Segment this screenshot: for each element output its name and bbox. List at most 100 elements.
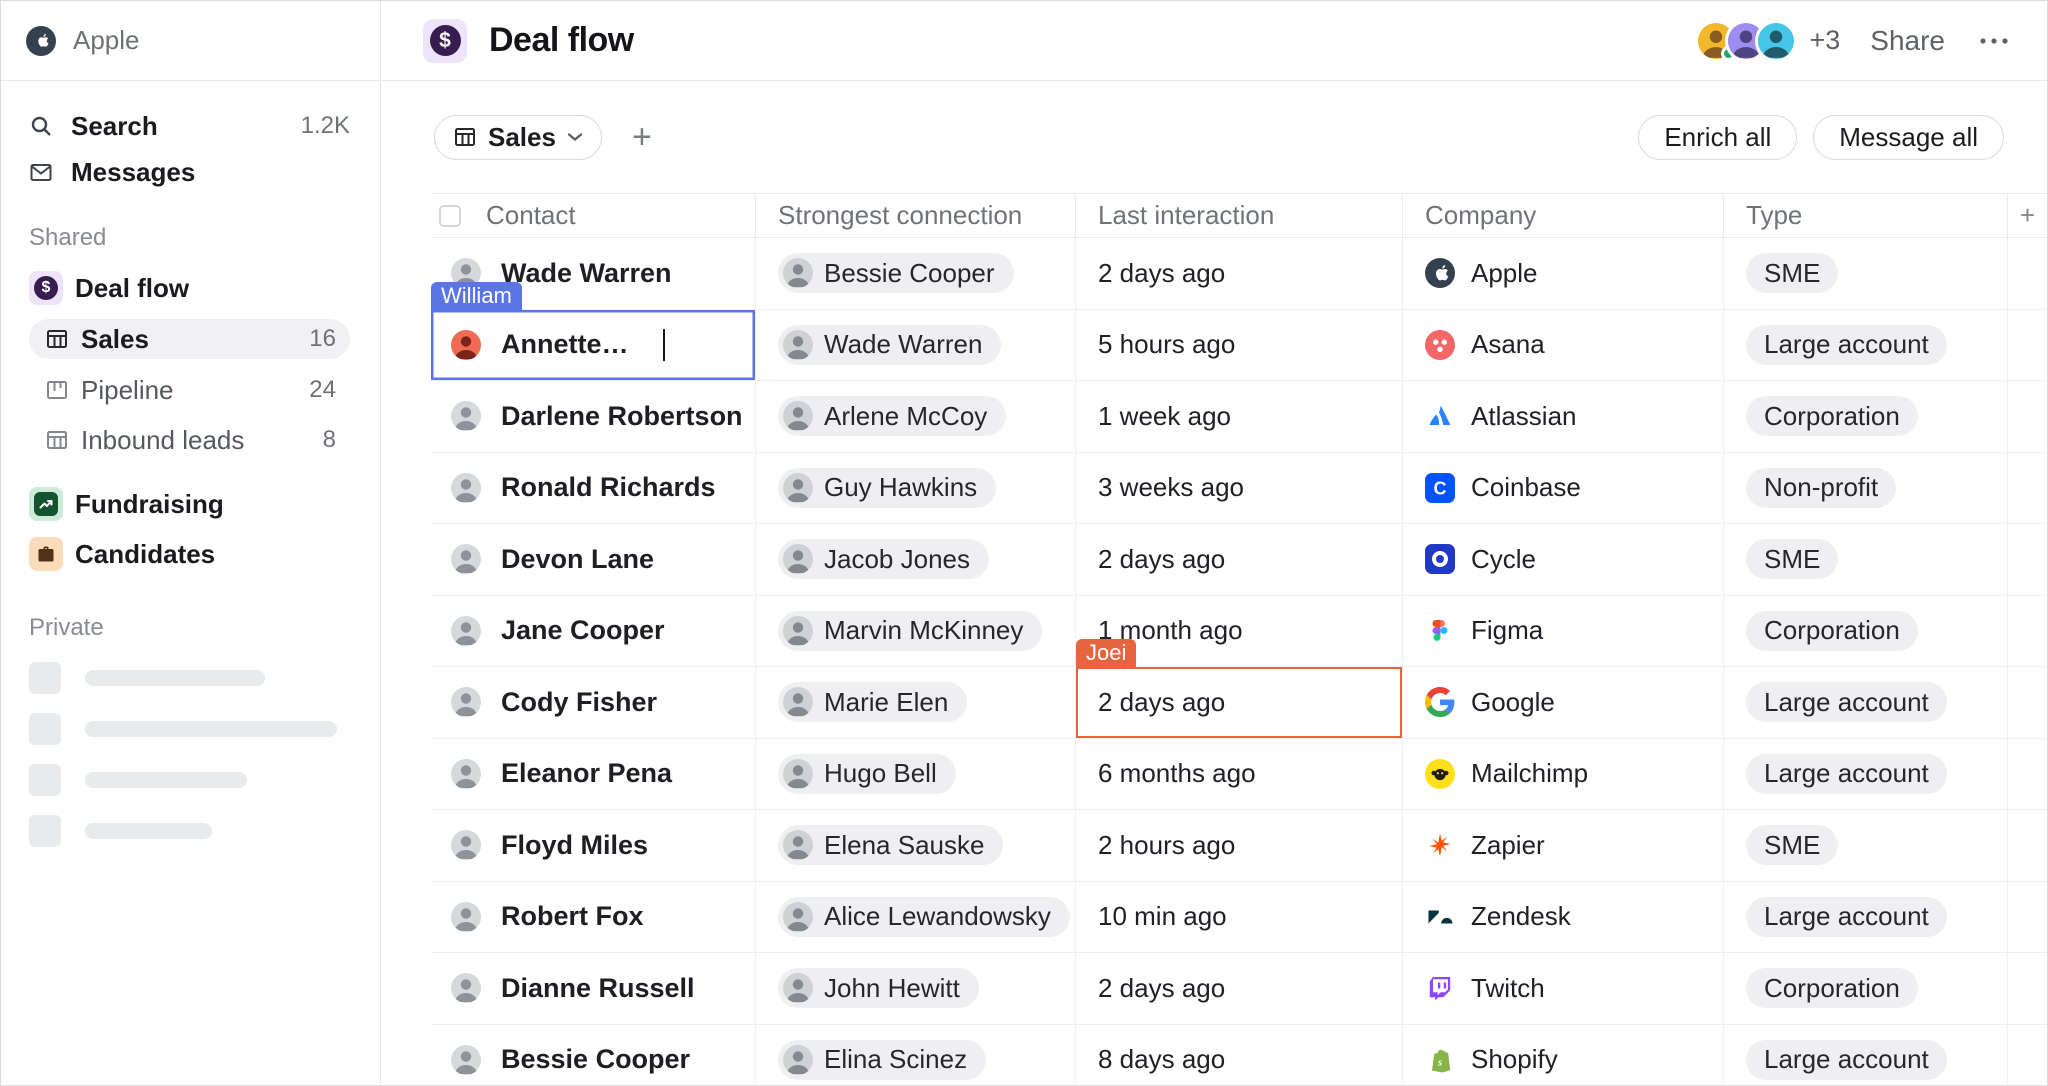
cell-company[interactable]: Mailchimp xyxy=(1403,739,1724,810)
connection-chip[interactable]: Wade Warren xyxy=(778,325,1001,365)
connection-chip[interactable]: Jacob Jones xyxy=(778,539,989,579)
cell-type[interactable]: Large account xyxy=(1724,310,2008,381)
cell-type[interactable]: SME xyxy=(1724,810,2008,881)
collaborator-avatars[interactable] xyxy=(1695,20,1797,62)
connection-chip[interactable]: Guy Hawkins xyxy=(778,468,996,508)
cell-type[interactable]: Corporation xyxy=(1724,953,2008,1024)
cell-last-interaction[interactable]: 6 months ago xyxy=(1076,739,1403,810)
cell-contact[interactable]: Dianne Russell xyxy=(431,953,756,1024)
cell-contact[interactable]: Robert Fox xyxy=(431,882,756,953)
cell-company[interactable]: Figma xyxy=(1403,596,1724,667)
placeholder-icon xyxy=(29,764,61,796)
cell-strongest-connection[interactable]: Arlene McCoy xyxy=(756,381,1076,452)
connection-chip[interactable]: Alice Lewandowsky xyxy=(778,897,1070,937)
sidebar-item-inbound-leads[interactable]: Inbound leads8 xyxy=(29,415,350,465)
cell-type[interactable]: SME xyxy=(1724,524,2008,595)
sidebar-item-deal-flow[interactable]: $Deal flow xyxy=(29,263,350,313)
cell-strongest-connection[interactable]: Jacob Jones xyxy=(756,524,1076,595)
column-header-contact[interactable]: Contact xyxy=(431,194,756,237)
cell-strongest-connection[interactable]: Guy Hawkins xyxy=(756,453,1076,524)
cell-last-interaction[interactable]: 2 days ago xyxy=(1076,953,1403,1024)
cell-strongest-connection[interactable]: Elina Scinez xyxy=(756,1025,1076,1086)
connection-avatar xyxy=(783,544,813,574)
column-header-company[interactable]: Company xyxy=(1403,194,1724,237)
company-name: Mailchimp xyxy=(1471,758,1588,789)
collaborator-avatar[interactable] xyxy=(1755,20,1797,62)
cell-company[interactable]: Apple xyxy=(1403,238,1724,309)
sidebar-item-messages[interactable]: Messages xyxy=(29,149,350,195)
connection-chip[interactable]: Arlene McCoy xyxy=(778,396,1006,436)
sidebar-item-sales[interactable]: Sales16 xyxy=(29,319,350,359)
cell-last-interaction[interactable]: 8 days ago xyxy=(1076,1025,1403,1086)
cell-contact[interactable]: Darlene Robertson xyxy=(431,381,756,452)
message-all-button[interactable]: Message all xyxy=(1813,115,2004,160)
tab-sales-view[interactable]: Sales xyxy=(434,115,602,160)
cell-contact[interactable]: Eleanor Pena xyxy=(431,739,756,810)
cell-type[interactable]: Large account xyxy=(1724,667,2008,738)
cell-strongest-connection[interactable]: Marie Elen xyxy=(756,667,1076,738)
connection-chip[interactable]: Hugo Bell xyxy=(778,754,956,794)
connection-chip[interactable]: Elina Scinez xyxy=(778,1040,986,1080)
cell-last-interaction[interactable]: 1 week ago xyxy=(1076,381,1403,452)
cell-type[interactable]: Corporation xyxy=(1724,596,2008,667)
cell-company[interactable]: Zendesk xyxy=(1403,882,1724,953)
cell-last-interaction[interactable]: 10 min ago xyxy=(1076,882,1403,953)
cell-contact[interactable]: Ronald Richards xyxy=(431,453,756,524)
cell-contact[interactable]: Jane Cooper xyxy=(431,596,756,667)
cell-contact[interactable]: Floyd Miles xyxy=(431,810,756,881)
cell-type[interactable]: Large account xyxy=(1724,882,2008,953)
sidebar-item-candidates[interactable]: Candidates xyxy=(29,529,350,579)
connection-chip[interactable]: John Hewitt xyxy=(778,968,979,1008)
last-interaction-value: 5 hours ago xyxy=(1098,329,1235,360)
connection-chip[interactable]: Elena Sauske xyxy=(778,825,1003,865)
cell-type[interactable]: Large account xyxy=(1724,1025,2008,1086)
connection-chip[interactable]: Marvin McKinney xyxy=(778,611,1042,651)
cell-strongest-connection[interactable]: Marvin McKinney xyxy=(756,596,1076,667)
cell-type[interactable]: Non-profit xyxy=(1724,453,2008,524)
cell-company[interactable]: CCoinbase xyxy=(1403,453,1724,524)
cell-contact[interactable]: Devon Lane xyxy=(431,524,756,595)
avatar-overflow-count[interactable]: +3 xyxy=(1809,25,1840,56)
cell-type[interactable]: SME xyxy=(1724,238,2008,309)
cell-company[interactable]: Zapier xyxy=(1403,810,1724,881)
cell-company[interactable]: sShopify xyxy=(1403,1025,1724,1086)
cell-company[interactable]: Asana xyxy=(1403,310,1724,381)
cell-type[interactable]: Large account xyxy=(1724,739,2008,810)
cell-strongest-connection[interactable]: Bessie Cooper xyxy=(756,238,1076,309)
cell-contact[interactable]: Bessie Cooper xyxy=(431,1025,756,1086)
cell-strongest-connection[interactable]: Wade Warren xyxy=(756,310,1076,381)
cell-strongest-connection[interactable]: Hugo Bell xyxy=(756,739,1076,810)
cell-type[interactable]: Corporation xyxy=(1724,381,2008,452)
column-header-type[interactable]: Type xyxy=(1724,194,2008,237)
sidebar-item-pipeline[interactable]: Pipeline24 xyxy=(29,365,350,415)
more-options-icon[interactable] xyxy=(1979,37,2009,45)
workspace-switcher[interactable]: Apple xyxy=(1,1,380,81)
cell-company[interactable]: Atlassian xyxy=(1403,381,1724,452)
cell-company[interactable]: Google xyxy=(1403,667,1724,738)
app-window: Apple Search 1.2K Messages Shared $Deal … xyxy=(0,0,2048,1086)
connection-chip[interactable]: Bessie Cooper xyxy=(778,253,1014,293)
select-all-checkbox[interactable] xyxy=(439,205,461,227)
cell-strongest-connection[interactable]: Elena Sauske xyxy=(756,810,1076,881)
enrich-all-button[interactable]: Enrich all xyxy=(1638,115,1797,160)
add-view-button[interactable]: + xyxy=(622,117,662,157)
cell-last-interaction[interactable]: 2 days ago xyxy=(1076,238,1403,309)
cell-last-interaction[interactable]: 3 weeks ago xyxy=(1076,453,1403,524)
sidebar-item-search[interactable]: Search 1.2K xyxy=(29,103,350,149)
cell-last-interaction[interactable]: Joei2 days ago xyxy=(1076,667,1403,738)
sidebar-item-fundraising[interactable]: Fundraising xyxy=(29,479,350,529)
cell-company[interactable]: Twitch xyxy=(1403,953,1724,1024)
add-column-button[interactable]: + xyxy=(2008,194,2047,237)
cell-last-interaction[interactable]: 5 hours ago xyxy=(1076,310,1403,381)
cell-last-interaction[interactable]: 2 hours ago xyxy=(1076,810,1403,881)
column-header-interaction[interactable]: Last interaction xyxy=(1076,194,1403,237)
cell-contact[interactable]: WilliamAnnette… xyxy=(431,310,756,381)
cell-strongest-connection[interactable]: Alice Lewandowsky xyxy=(756,882,1076,953)
column-header-connection[interactable]: Strongest connection xyxy=(756,194,1076,237)
share-button[interactable]: Share xyxy=(1870,25,1945,57)
cell-contact[interactable]: Cody Fisher xyxy=(431,667,756,738)
cell-strongest-connection[interactable]: John Hewitt xyxy=(756,953,1076,1024)
cell-last-interaction[interactable]: 2 days ago xyxy=(1076,524,1403,595)
cell-company[interactable]: Cycle xyxy=(1403,524,1724,595)
connection-chip[interactable]: Marie Elen xyxy=(778,682,967,722)
